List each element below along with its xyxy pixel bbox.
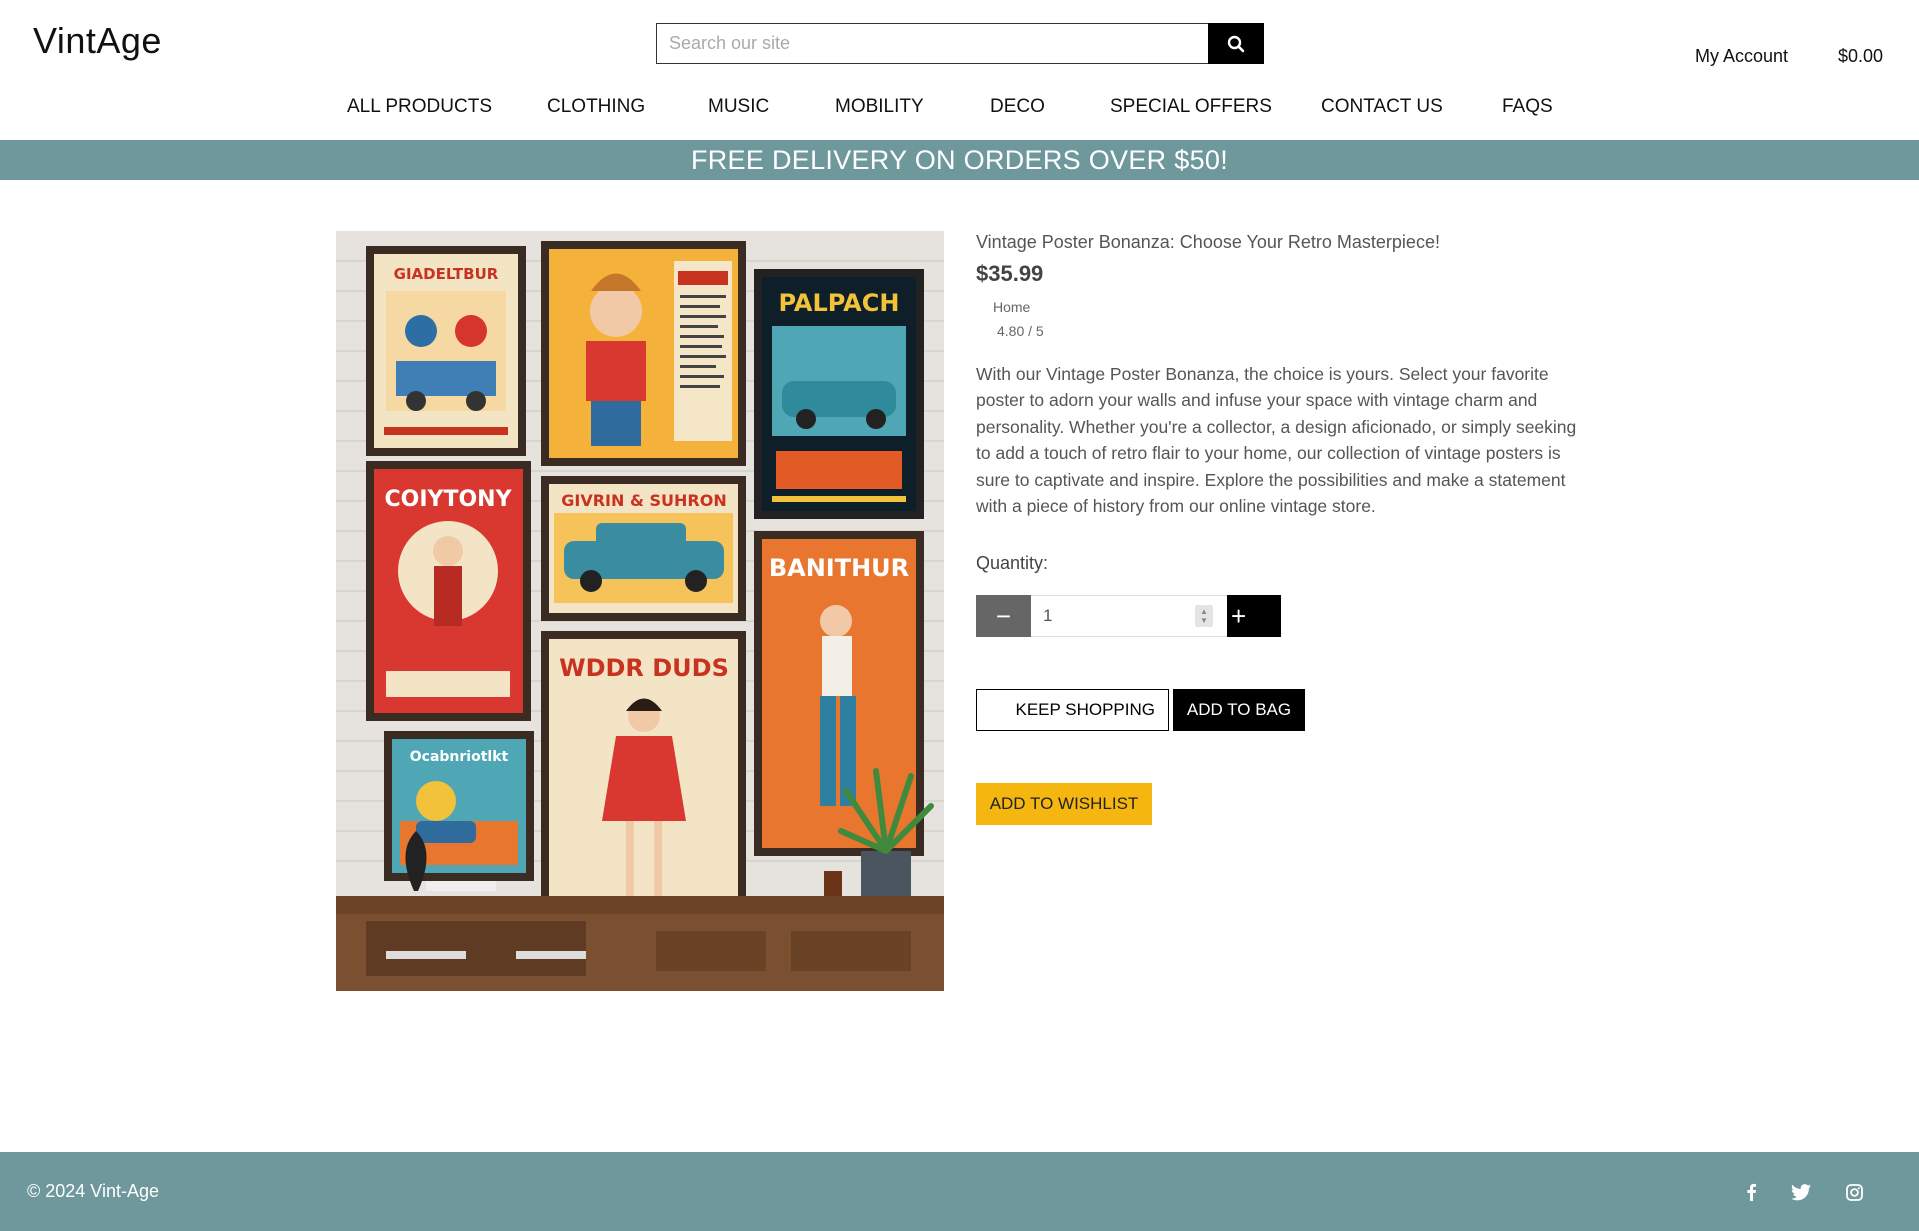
poster-7-title: WDDR DUDS [559, 654, 729, 682]
nav-clothing[interactable]: CLOTHING [547, 96, 645, 118]
nav-all-products[interactable]: ALL PRODUCTS [347, 96, 492, 118]
quantity-decrease-button[interactable]: − [976, 595, 1031, 637]
keep-shopping-button[interactable]: KEEP SHOPPING [976, 689, 1169, 731]
nav-special-offers[interactable]: SPECIAL OFFERS [1110, 96, 1272, 118]
poster-3-title: PALPACH [779, 289, 900, 317]
nav-contact-us[interactable]: CONTACT US [1321, 96, 1443, 118]
site-footer: © 2024 Vint-Age [0, 1152, 1919, 1231]
add-to-wishlist-button[interactable]: ADD TO WISHLIST [976, 783, 1152, 825]
facebook-icon [1747, 1183, 1757, 1201]
instagram-link[interactable] [1842, 1180, 1866, 1204]
quantity-stepper: − 1 ▲ ▼ + [976, 595, 1281, 637]
poster-8-title: Ocabnriotlkt [410, 749, 509, 765]
promo-banner-text: FREE DELIVERY ON ORDERS OVER $50! [690, 144, 1229, 175]
poster-5-title: GIVRIN & SUHRON [561, 491, 726, 510]
quantity-spinner-icon[interactable]: ▲ ▼ [1195, 605, 1213, 627]
quantity-input[interactable]: 1 ▲ ▼ [1031, 595, 1227, 637]
quantity-value: 1 [1043, 606, 1053, 625]
site-header: VintAge My Account $0.00 ALL PRODUCTS CL… [0, 0, 1919, 140]
poster-4-title: COIYTONY [384, 487, 512, 512]
add-to-bag-button[interactable]: ADD TO BAG [1173, 689, 1305, 731]
facebook-link[interactable] [1739, 1180, 1763, 1204]
nav-faqs[interactable]: FAQS [1502, 96, 1553, 118]
search-input[interactable] [656, 23, 1208, 64]
search-button[interactable] [1208, 23, 1264, 64]
poster-1-title: GIADELTBUR [394, 265, 499, 283]
product-price: $35.99 [976, 261, 1044, 286]
search-icon [1227, 35, 1245, 52]
copyright-text: © 2024 Vint-Age [27, 1181, 160, 1201]
quantity-label: Quantity: [976, 553, 1049, 573]
site-logo[interactable]: VintAge [33, 20, 162, 62]
nav-music[interactable]: MUSIC [708, 96, 769, 118]
poster-collage-illustration: GIADELTBUR PALPACH COIYTONY GIVRIN & SUH… [336, 231, 944, 991]
product-description: With our Vintage Poster Bonanza, the cho… [976, 364, 1577, 517]
nav-deco[interactable]: DECO [990, 96, 1045, 118]
search-bar [656, 23, 1264, 64]
my-account-link[interactable]: My Account [1695, 46, 1788, 67]
product-title: Vintage Poster Bonanza: Choose Your Retr… [976, 232, 1440, 252]
cart-total-link[interactable]: $0.00 [1838, 46, 1883, 67]
twitter-link[interactable] [1789, 1180, 1813, 1204]
main-nav: ALL PRODUCTS CLOTHING MUSIC MOBILITY DEC… [0, 96, 1919, 126]
instagram-icon [1845, 1183, 1863, 1201]
poster-6-title: BANITHUR [769, 554, 909, 582]
product-rating: 4.80 / 5 [997, 323, 1044, 339]
quantity-increase-button[interactable]: + [1227, 595, 1281, 637]
product-image: GIADELTBUR PALPACH COIYTONY GIVRIN & SUH… [336, 231, 944, 991]
promo-banner: FREE DELIVERY ON ORDERS OVER $50! [0, 140, 1919, 180]
twitter-icon [1791, 1183, 1811, 1200]
product-category: Home [993, 299, 1031, 315]
product-info: Vintage Poster Bonanza: Choose Your Retr… [976, 232, 1586, 519]
nav-mobility[interactable]: MOBILITY [835, 96, 924, 118]
